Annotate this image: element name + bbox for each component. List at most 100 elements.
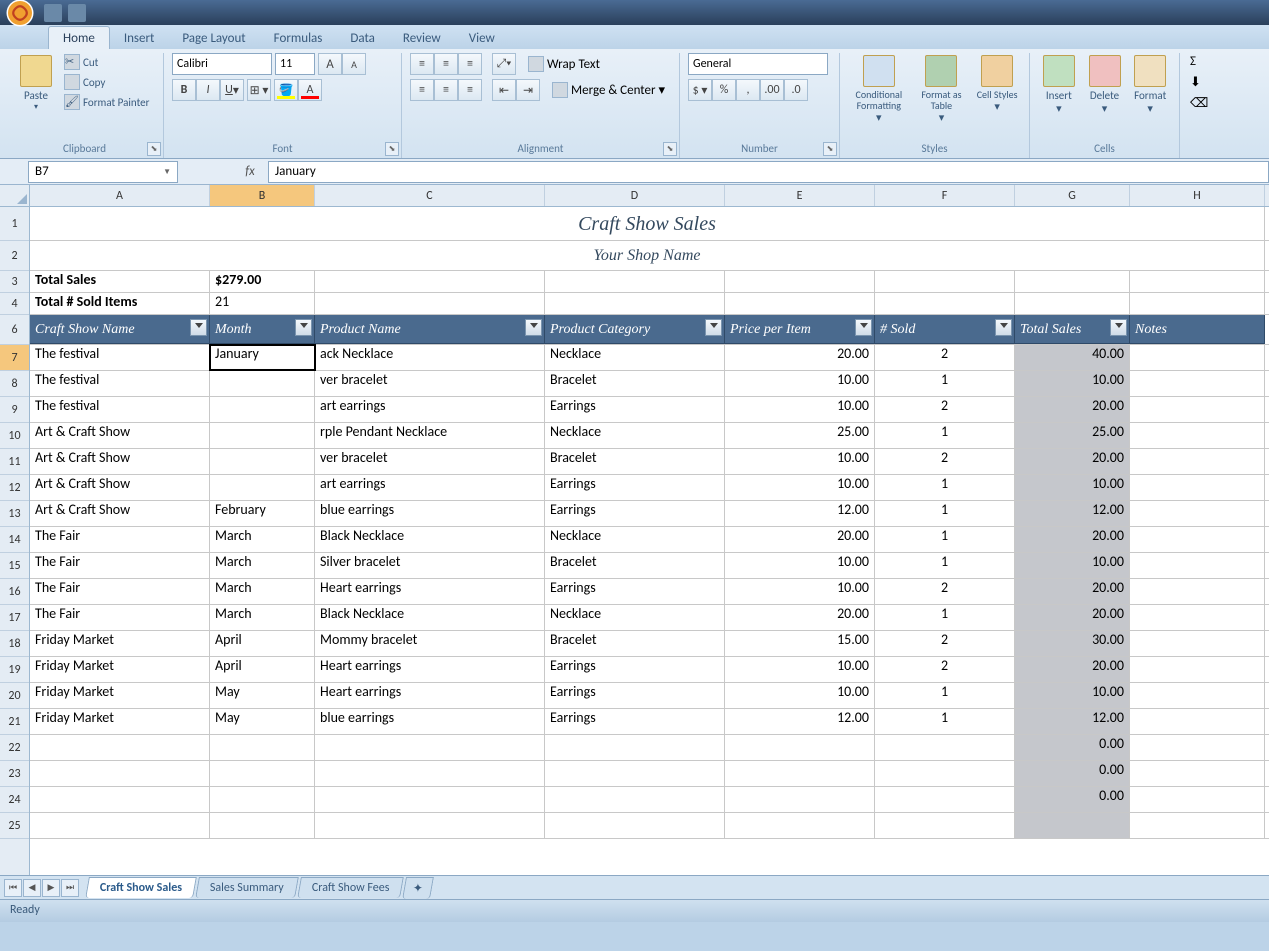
column-header-B[interactable]: B — [210, 185, 315, 206]
total-sales-label[interactable]: Total Sales — [30, 271, 210, 292]
sheet-title[interactable]: Craft Show Sales — [30, 207, 1265, 240]
row-header-1[interactable]: 1 — [0, 207, 29, 241]
select-all-button[interactable] — [0, 185, 29, 207]
cell[interactable] — [1130, 735, 1265, 760]
total-items-value[interactable]: 21 — [210, 293, 315, 314]
cell-month[interactable]: March — [210, 579, 315, 604]
cell-show[interactable]: Art & Craft Show — [30, 475, 210, 500]
cell-product[interactable]: ver bracelet — [315, 449, 545, 474]
align-right-button[interactable]: ≡ — [458, 79, 482, 101]
increase-indent-button[interactable]: ⇥ — [516, 79, 540, 101]
cell-product[interactable]: Silver bracelet — [315, 553, 545, 578]
row-header-22[interactable]: 22 — [0, 735, 29, 761]
row-header-10[interactable]: 10 — [0, 423, 29, 449]
cell-product[interactable]: Black Necklace — [315, 605, 545, 630]
cell-category[interactable]: Earrings — [545, 579, 725, 604]
cell-notes[interactable] — [1130, 683, 1265, 708]
decrease-font-button[interactable]: A — [342, 53, 366, 75]
cell-month[interactable]: May — [210, 683, 315, 708]
table-header--sold[interactable]: # Sold — [875, 315, 1015, 344]
sheet-nav-next[interactable]: ▶ — [42, 879, 60, 897]
cell-product[interactable]: rple Pendant Necklace — [315, 423, 545, 448]
cell-category[interactable]: Necklace — [545, 423, 725, 448]
row-header-6[interactable]: 6 — [0, 315, 29, 345]
cell-notes[interactable] — [1130, 605, 1265, 630]
cell-product[interactable]: ver bracelet — [315, 371, 545, 396]
cell-notes[interactable] — [1130, 449, 1265, 474]
cell[interactable] — [210, 787, 315, 812]
cell[interactable] — [875, 271, 1015, 292]
row-header-4[interactable]: 4 — [0, 293, 29, 315]
cell[interactable] — [30, 813, 210, 838]
ribbon-tab-review[interactable]: Review — [389, 27, 455, 49]
cell-sold[interactable]: 2 — [875, 449, 1015, 474]
merge-center-button[interactable]: Merge & Center ▾ — [550, 81, 667, 99]
cell[interactable] — [875, 787, 1015, 812]
cell-product[interactable]: Heart earrings — [315, 579, 545, 604]
cell-month[interactable] — [210, 423, 315, 448]
cell[interactable]: 0.00 — [1015, 735, 1130, 760]
font-dialog-launcher[interactable]: ⬊ — [385, 142, 399, 156]
cell-notes[interactable] — [1130, 501, 1265, 526]
cell-month[interactable]: March — [210, 527, 315, 552]
cell-total[interactable]: 20.00 — [1015, 449, 1130, 474]
row-header-16[interactable]: 16 — [0, 579, 29, 605]
cell[interactable] — [545, 293, 725, 314]
cell-price[interactable]: 10.00 — [725, 449, 875, 474]
cell-category[interactable]: Bracelet — [545, 371, 725, 396]
cell[interactable] — [875, 735, 1015, 760]
sheet-tab-sales-summary[interactable]: Sales Summary — [195, 877, 299, 898]
cell-total[interactable]: 12.00 — [1015, 501, 1130, 526]
delete-cells-button[interactable]: Delete▾ — [1084, 53, 1126, 115]
cell-total[interactable]: 20.00 — [1015, 657, 1130, 682]
insert-cells-button[interactable]: Insert▾ — [1038, 53, 1080, 115]
row-header-7[interactable]: 7 — [0, 345, 29, 371]
cell-category[interactable]: Earrings — [545, 397, 725, 422]
cell-show[interactable]: Friday Market — [30, 657, 210, 682]
column-header-C[interactable]: C — [315, 185, 545, 206]
cell-total[interactable]: 30.00 — [1015, 631, 1130, 656]
cell-sold[interactable]: 1 — [875, 501, 1015, 526]
cell-product[interactable]: Heart earrings — [315, 657, 545, 682]
decrease-indent-button[interactable]: ⇤ — [492, 79, 516, 101]
row-header-23[interactable]: 23 — [0, 761, 29, 787]
increase-decimal-button[interactable]: .00 — [760, 79, 784, 101]
total-items-label[interactable]: Total # Sold Items — [30, 293, 210, 314]
table-header-month[interactable]: Month — [210, 315, 315, 344]
cell-sold[interactable]: 1 — [875, 475, 1015, 500]
row-header-19[interactable]: 19 — [0, 657, 29, 683]
filter-button[interactable] — [525, 319, 542, 336]
fx-icon[interactable]: fx — [238, 164, 262, 179]
cell[interactable] — [315, 293, 545, 314]
cell-month[interactable] — [210, 371, 315, 396]
row-header-15[interactable]: 15 — [0, 553, 29, 579]
row-header-25[interactable]: 25 — [0, 813, 29, 839]
row-header-8[interactable]: 8 — [0, 371, 29, 397]
cell-month[interactable]: JanuaryJanuaryFebruaryMarchAprilMayJuneJ… — [210, 345, 315, 370]
cell-show[interactable]: Friday Market — [30, 709, 210, 734]
cell-notes[interactable] — [1130, 657, 1265, 682]
cell[interactable] — [1015, 293, 1130, 314]
cell[interactable] — [30, 761, 210, 786]
cell-total[interactable]: 20.00 — [1015, 605, 1130, 630]
number-dialog-launcher[interactable]: ⬊ — [823, 142, 837, 156]
formula-input[interactable] — [268, 161, 1269, 183]
table-header-notes[interactable]: Notes — [1130, 315, 1265, 344]
column-header-G[interactable]: G — [1015, 185, 1130, 206]
sheet-tab-craft-show-fees[interactable]: Craft Show Fees — [297, 877, 404, 898]
cell-price[interactable]: 25.00 — [725, 423, 875, 448]
row-header-2[interactable]: 2 — [0, 241, 29, 271]
cut-button[interactable]: ✂Cut — [62, 53, 151, 71]
cell-sold[interactable]: 2 — [875, 631, 1015, 656]
cell-product[interactable]: blue earrings — [315, 501, 545, 526]
sheet-nav-last[interactable]: ⏭ — [61, 879, 79, 897]
align-top-button[interactable]: ≡ — [410, 53, 434, 75]
column-header-H[interactable]: H — [1130, 185, 1265, 206]
border-button[interactable]: ⊞ ▾ — [247, 79, 271, 101]
cell-product[interactable]: blue earrings — [315, 709, 545, 734]
cell-show[interactable]: Friday Market — [30, 631, 210, 656]
ribbon-tab-view[interactable]: View — [455, 27, 509, 49]
cell-month[interactable]: February — [210, 501, 315, 526]
cell[interactable] — [210, 761, 315, 786]
cell[interactable] — [725, 813, 875, 838]
